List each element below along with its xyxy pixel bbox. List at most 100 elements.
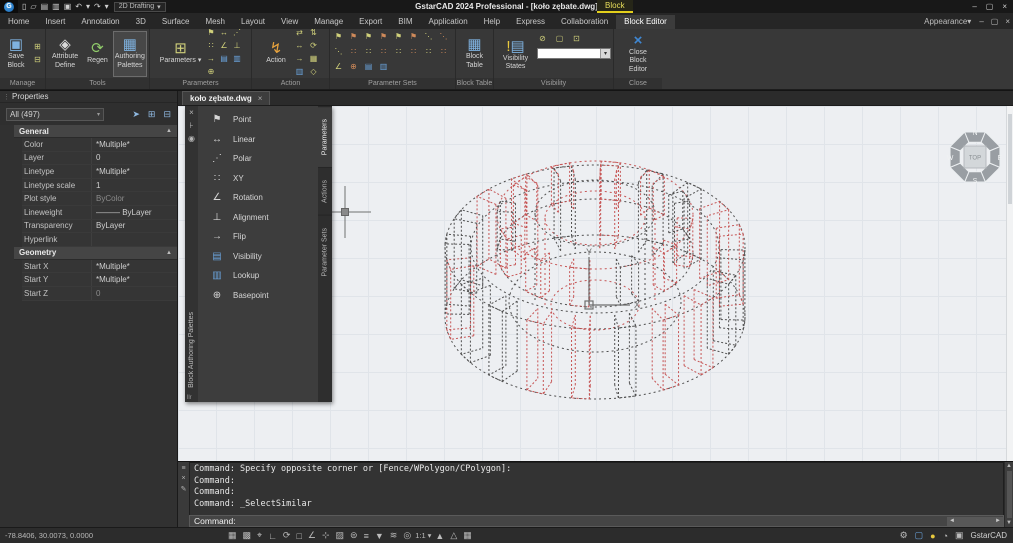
regen-button[interactable]: ⟳ Regen: [84, 31, 111, 77]
linear-parameter-icon[interactable]: ↔: [219, 28, 230, 38]
basepoint-parameter-icon[interactable]: ⊕: [206, 67, 217, 77]
tips-lightbulb-icon[interactable]: ●: [930, 531, 935, 541]
viewcube-top-label[interactable]: TOP: [969, 156, 981, 162]
chevron-down-icon[interactable]: ▾: [600, 49, 610, 58]
visibility-parameter-icon[interactable]: ▤: [219, 54, 230, 64]
xy-move-set-icon[interactable]: ⋱: [333, 47, 344, 57]
flip-pair-set-icon[interactable]: ⊕: [348, 62, 359, 72]
viewcube-west[interactable]: W: [947, 155, 954, 162]
linear-array-set-icon[interactable]: ⚑: [378, 32, 389, 42]
ribbon-tab-insert[interactable]: Insert: [37, 15, 73, 29]
ribbon-tab-express[interactable]: Express: [508, 15, 553, 29]
visibility-mode-icon[interactable]: ⊡: [571, 34, 582, 44]
save-icon[interactable]: ▤: [41, 2, 49, 11]
xy-parameter[interactable]: ∷XY: [210, 173, 318, 184]
scale-action-icon[interactable]: ⇅: [308, 28, 319, 38]
annotation-monitor-toggle[interactable]: ≋: [390, 530, 398, 541]
ribbon-tab-export[interactable]: Export: [351, 15, 390, 29]
plot-icon[interactable]: ▣: [64, 2, 72, 11]
panel-grip-icon[interactable]: ⋮: [3, 93, 9, 101]
lookup-table-set-icon[interactable]: ▥: [378, 62, 389, 72]
polar-move-set-icon[interactable]: ⋱: [423, 32, 434, 42]
document-tab[interactable]: koło zębate.dwg ×: [182, 91, 270, 105]
xy-stretch-box-set-icon[interactable]: ∷: [363, 47, 374, 57]
ribbon-tab-layout[interactable]: Layout: [233, 15, 273, 29]
polar-tracking-toggle[interactable]: ⟳: [283, 530, 291, 541]
property-value[interactable]: 0: [92, 152, 177, 165]
restore-button[interactable]: ▢: [986, 2, 994, 11]
select-objects-icon[interactable]: ➤: [132, 109, 140, 120]
linear-move-set-icon[interactable]: ⚑: [348, 32, 359, 42]
viewcube[interactable]: N S W E TOP: [945, 127, 1005, 187]
palette-tab-parameters[interactable]: Parameters: [318, 106, 332, 167]
save-block-button[interactable]: ▣ Save Block: [2, 31, 30, 77]
ribbon-tab-help[interactable]: Help: [476, 15, 508, 29]
make-invisible-icon[interactable]: ⊘: [537, 34, 548, 44]
ribbon-tab-block-editor[interactable]: Block Editor: [616, 15, 675, 29]
undo-dropdown-icon[interactable]: ▾: [86, 2, 90, 11]
ribbon-tab-surface[interactable]: Surface: [154, 15, 198, 29]
point-move-set-icon[interactable]: ⚑: [333, 32, 344, 42]
performance-icon[interactable]: ◔: [943, 531, 948, 541]
rotate-action-icon[interactable]: ⟳: [308, 41, 319, 51]
lookup-parameter[interactable]: ▥Lookup: [210, 270, 318, 281]
visibility-parameter[interactable]: ▤Visibility: [210, 251, 318, 262]
viewcube-east[interactable]: E: [998, 155, 1003, 162]
selection-filter-toggle[interactable]: ▼: [375, 531, 384, 541]
command-input[interactable]: Command: ◄ ►: [189, 515, 1004, 527]
linear-stretch-pair-set-icon[interactable]: ⚑: [408, 32, 419, 42]
annotation-scale-button[interactable]: 1:1 ▾: [415, 531, 431, 540]
collapse-icon[interactable]: ▲: [166, 250, 172, 256]
doc-restore-button[interactable]: ▢: [991, 17, 999, 26]
ribbon-tab-application[interactable]: Application: [421, 15, 476, 29]
close-block-editor-button[interactable]: × Close Block Editor: [620, 31, 656, 77]
array-action-icon[interactable]: ▦: [308, 54, 319, 64]
ribbon-tab-collaboration[interactable]: Collaboration: [553, 15, 616, 29]
polar-stretch-set-icon[interactable]: ⋱: [438, 32, 449, 42]
minimize-button[interactable]: –: [972, 2, 976, 11]
property-value[interactable]: *Multiple*: [92, 260, 177, 273]
property-value[interactable]: ——— ByLayer: [92, 206, 177, 219]
palette-autohide-icon[interactable]: ⊦: [189, 121, 193, 130]
object-snap-toggle[interactable]: □: [296, 531, 301, 541]
action-flyout-button[interactable]: ↯ Action: [260, 31, 292, 77]
ribbon-tab-home[interactable]: Home: [0, 15, 37, 29]
viewcube-north[interactable]: N: [972, 130, 977, 137]
ribbon-tab-3d[interactable]: 3D: [128, 15, 154, 29]
lookup-action-icon[interactable]: ▥: [294, 67, 305, 77]
doc-minimize-button[interactable]: –: [979, 17, 983, 26]
display-settings-icon[interactable]: ▢: [915, 530, 924, 541]
selection-filter-dropdown[interactable]: All (497) ▾: [6, 108, 104, 121]
rotation-parameter[interactable]: ∠Rotation: [210, 192, 318, 203]
authoring-palettes-button[interactable]: ▦ Authoring Palettes: [113, 31, 147, 77]
quick-select-icon[interactable]: ⊞: [148, 109, 156, 120]
polar-parameter[interactable]: ⋰Polar: [210, 153, 318, 164]
property-value[interactable]: ByColor: [92, 192, 177, 205]
property-value[interactable]: [92, 233, 177, 246]
linear-stretch-set-icon[interactable]: ⚑: [363, 32, 374, 42]
flip-action-icon[interactable]: →: [294, 54, 305, 64]
move-action-icon[interactable]: ⇄: [294, 28, 305, 38]
close-tab-icon[interactable]: ×: [258, 94, 263, 103]
visibility-states-button[interactable]: !▤ Visibility States: [496, 32, 535, 78]
toggle-pickadd-icon[interactable]: ⊟: [163, 109, 171, 120]
open-folder-icon[interactable]: ▱: [30, 2, 36, 11]
block-properties-icon[interactable]: ◇: [308, 67, 319, 77]
appearance-menu[interactable]: Appearance▾: [924, 17, 971, 26]
property-value[interactable]: *Multiple*: [92, 165, 177, 178]
property-value[interactable]: 0: [92, 287, 177, 300]
lookup-set-icon[interactable]: ∷: [438, 47, 449, 57]
ribbon-tab-bim[interactable]: BIM: [390, 15, 420, 29]
ribbon-tab-view[interactable]: View: [273, 15, 306, 29]
property-value[interactable]: *Multiple*: [92, 138, 177, 151]
section-header-geometry[interactable]: Geometry▲: [14, 247, 177, 260]
viewcube-south[interactable]: S: [973, 178, 978, 185]
command-vscrollbar[interactable]: ▲ ▼: [1004, 462, 1013, 527]
polar-parameter-icon[interactable]: ⋰: [232, 28, 243, 38]
annotation-visibility-toggle[interactable]: ▲: [435, 531, 444, 541]
save-block-as-icon[interactable]: ⊞: [32, 42, 43, 52]
settings-gear-icon[interactable]: ⚙: [900, 530, 908, 541]
grid-display-toggle[interactable]: ▦: [228, 530, 237, 541]
zoom-tool-icon[interactable]: ◎: [403, 530, 411, 541]
doc-close-button[interactable]: ×: [1005, 17, 1010, 26]
